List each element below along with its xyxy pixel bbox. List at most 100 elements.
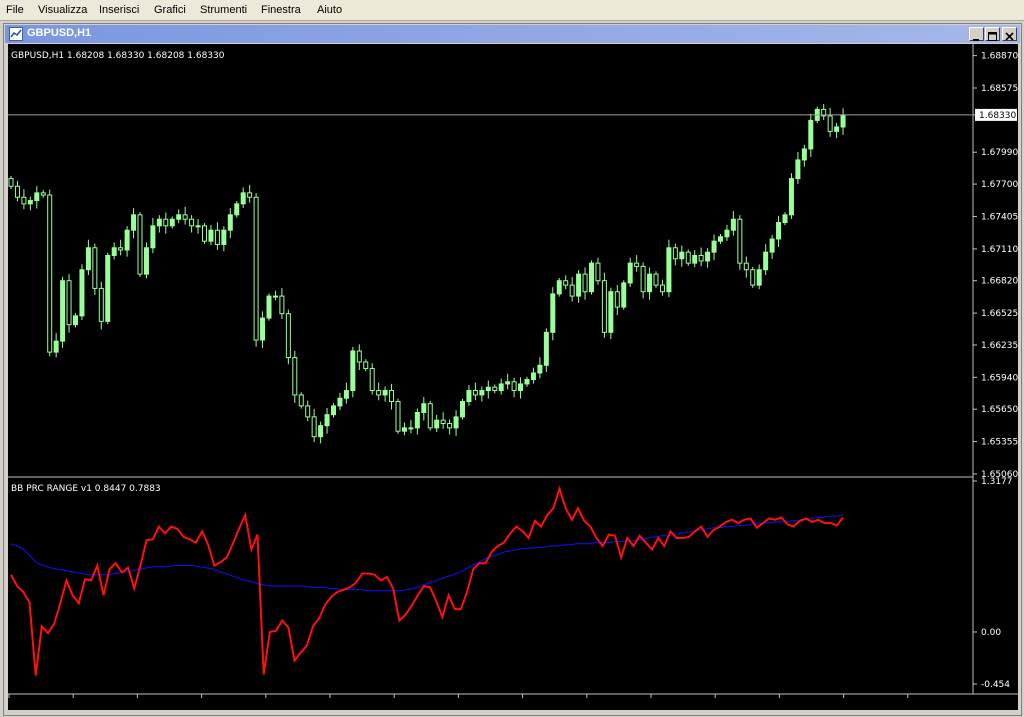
candle-body [137, 214, 143, 275]
time-axis-label: 13 Nov 17:00 [716, 698, 777, 708]
maximize-button[interactable] [985, 27, 1000, 41]
time-axis-label: 11 Nov 09:00 [267, 698, 328, 708]
window-titlebar[interactable]: GBPUSD,H1 [5, 25, 1020, 43]
candle-body [524, 379, 530, 385]
time-axis-label: 13 Nov 09:00 [652, 698, 713, 708]
candle-body [53, 340, 59, 353]
price-axis-label: 1.67700 [981, 180, 1018, 190]
time-axis-label: 10 Nov 09:00 [74, 698, 135, 708]
candle-body [498, 383, 504, 392]
candle-body [666, 247, 672, 293]
time-axis-label: 12 Nov 01:00 [395, 698, 456, 708]
candle-body [659, 284, 665, 293]
candle-body [202, 225, 207, 242]
candle-body [627, 262, 633, 284]
price-axis-label: 1.67405 [981, 212, 1018, 222]
candle-body [337, 397, 343, 407]
candle-body [156, 218, 162, 227]
time-axis-label: 13 Nov 01:00 [588, 698, 649, 708]
time-axis-label: 12 Nov 17:00 [524, 698, 585, 708]
candle-body [724, 229, 730, 238]
candle-body [401, 427, 407, 432]
indicator-axis-label: 0.00 [981, 628, 1001, 638]
candle-body [260, 317, 266, 341]
candle-body [472, 390, 478, 396]
candle-body [569, 284, 575, 297]
menu-visualizza[interactable]: Visualizza [38, 4, 87, 16]
candle-body [840, 114, 846, 128]
candle-body [214, 229, 220, 245]
candle-body [795, 159, 801, 180]
candle-body [150, 225, 156, 249]
menu-file[interactable]: File [6, 4, 24, 16]
candle-body [608, 291, 614, 333]
candle-body [92, 247, 98, 289]
candle-body [169, 218, 175, 227]
candle-body [621, 282, 627, 308]
candle-body [66, 280, 72, 326]
candle-body [298, 394, 304, 407]
menu-strumenti[interactable]: Strumenti [200, 4, 247, 16]
indicator-axis-label: 1.3177 [981, 477, 1013, 487]
candle-body [356, 350, 362, 363]
candle-body [279, 295, 285, 315]
candle-body [705, 251, 711, 262]
candle-body [601, 280, 607, 333]
candle-body [408, 427, 414, 430]
close-button[interactable] [1002, 27, 1017, 41]
minimize-button[interactable] [969, 27, 984, 41]
candle-body [421, 403, 427, 414]
candle-body [143, 247, 149, 275]
price-axis-label: 1.65650 [981, 405, 1018, 415]
candle-body [634, 262, 640, 267]
price-axis-label: 1.67990 [981, 148, 1018, 158]
candle-body [808, 119, 814, 150]
candle-body [589, 262, 594, 293]
candle-body [614, 291, 620, 308]
candle-body [343, 390, 349, 399]
candle-body [563, 280, 569, 286]
indicator-pane-title: BB PRC RANGE v1 0.8447 0.7883 [11, 484, 161, 494]
candle-body [73, 315, 78, 326]
candle-body [318, 425, 324, 438]
candle-body [653, 273, 659, 286]
candle-body [27, 200, 33, 205]
candle-body [801, 148, 807, 161]
candle-body [453, 416, 459, 429]
candle-body [311, 416, 317, 438]
candle-body [576, 273, 582, 297]
candle-body [685, 251, 691, 264]
menu-inserisci[interactable]: Inserisci [99, 4, 139, 16]
candle-body [672, 247, 678, 260]
candle-body [556, 280, 562, 295]
price-axis-label: 1.68575 [981, 84, 1018, 94]
candle-body [711, 240, 717, 253]
candle-body [640, 265, 646, 293]
candle-body [550, 293, 556, 333]
time-axis-label: 16 Nov 02:00 [780, 698, 841, 708]
candle-body [195, 225, 201, 228]
candle-body [730, 218, 736, 231]
menu-finestra[interactable]: Finestra [261, 4, 301, 16]
menu-grafici[interactable]: Grafici [154, 4, 186, 16]
candle-body [247, 192, 253, 198]
candle-body [227, 214, 233, 231]
candle-body [240, 192, 246, 205]
candle-body [414, 412, 420, 429]
candle-body [47, 194, 53, 353]
chart-window-icon [9, 27, 23, 41]
chart-area[interactable]: 1.68870 1.68575 1.67990 1.67700 1.67405 1.671… [8, 44, 1018, 710]
menu-aiuto[interactable]: Aiuto [317, 4, 342, 16]
candle-body [788, 178, 794, 216]
candle-body [827, 115, 833, 132]
candle-body [395, 401, 401, 432]
candle-body [756, 269, 762, 286]
candle-body [350, 350, 356, 392]
price-axis-label: 1.68870 [981, 52, 1018, 62]
candle-body [331, 405, 336, 416]
candle-body [324, 414, 330, 427]
candle-body [537, 364, 543, 374]
candle-body [21, 196, 27, 205]
candle-body [305, 405, 311, 418]
candle-body [8, 178, 14, 187]
